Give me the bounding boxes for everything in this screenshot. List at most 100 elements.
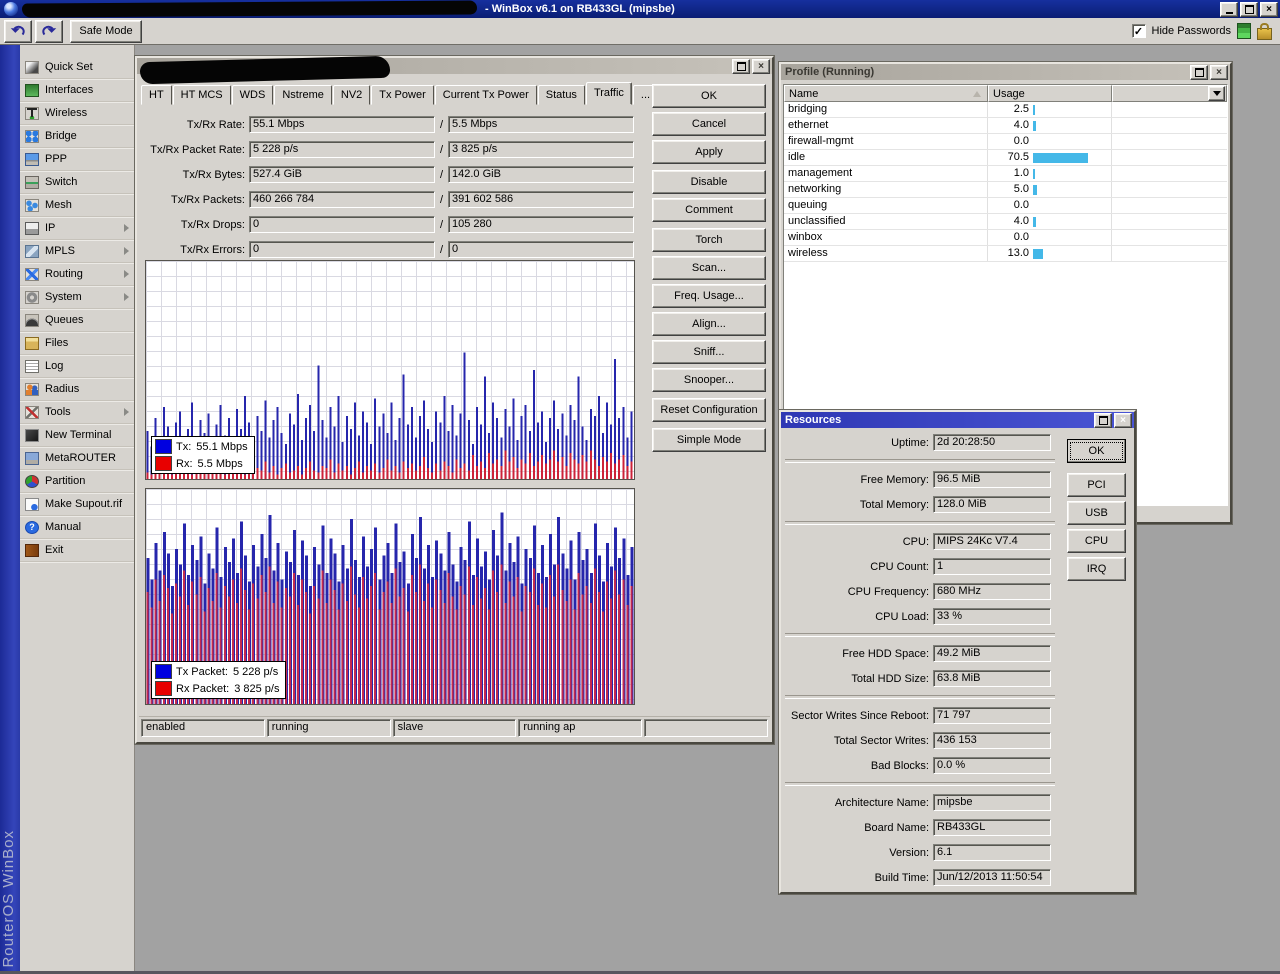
profile-row-bridging[interactable]: bridging2.5	[784, 102, 1227, 118]
rx-value-field[interactable]: 142.0 GiB	[448, 166, 634, 183]
column-dropdown-button[interactable]	[1208, 86, 1225, 101]
tx-value-field[interactable]: 5 228 p/s	[249, 141, 435, 158]
tab-ht[interactable]: HT	[141, 85, 172, 105]
close-button[interactable]: ×	[1260, 2, 1278, 17]
resource-value-free-hdd-space[interactable]: 49.2 MiB	[933, 645, 1051, 662]
freq-usage-button[interactable]: Freq. Usage...	[652, 284, 766, 308]
undo-button[interactable]	[4, 20, 32, 43]
rx-value-field[interactable]: 5.5 Mbps	[448, 116, 634, 133]
profile-row-unclassified[interactable]: unclassified4.0	[784, 214, 1227, 230]
profile-row-networking[interactable]: networking5.0	[784, 182, 1227, 198]
tab-nv2[interactable]: NV2	[333, 85, 370, 105]
sidebar-item-new-terminal[interactable]: New Terminal	[20, 424, 134, 447]
sidebar-item-exit[interactable]: Exit	[20, 539, 134, 562]
resource-value-bad-blocks[interactable]: 0.0 %	[933, 757, 1051, 774]
profile-row-winbox[interactable]: winbox0.0	[784, 230, 1227, 246]
profile-row-queuing[interactable]: queuing0.0	[784, 198, 1227, 214]
column-header-usage[interactable]: Usage	[988, 85, 1112, 102]
sidebar-item-mpls[interactable]: MPLS	[20, 240, 134, 263]
redo-button[interactable]	[35, 20, 63, 43]
rx-value-field[interactable]: 0	[448, 241, 634, 258]
rx-value-field[interactable]: 105 280	[448, 216, 634, 233]
sidebar-item-partition[interactable]: Partition	[20, 470, 134, 493]
resource-value-build-time[interactable]: Jun/12/2013 11:50:54	[933, 869, 1051, 886]
irq-button[interactable]: IRQ	[1067, 557, 1126, 581]
profile-row-ethernet[interactable]: ethernet4.0	[784, 118, 1227, 134]
sidebar-item-quick-set[interactable]: Quick Set	[20, 56, 134, 79]
tx-value-field[interactable]: 55.1 Mbps	[249, 116, 435, 133]
cancel-button[interactable]: Cancel	[652, 112, 766, 136]
resources-restore-button[interactable]	[1094, 413, 1112, 428]
sidebar-item-interfaces[interactable]: Interfaces	[20, 79, 134, 102]
disable-button[interactable]: Disable	[652, 170, 766, 194]
resource-value-free-memory[interactable]: 96.5 MiB	[933, 471, 1051, 488]
hide-passwords-checkbox[interactable]: ✓	[1132, 24, 1146, 38]
tx-value-field[interactable]: 0	[249, 216, 435, 233]
sniff-button[interactable]: Sniff...	[652, 340, 766, 364]
resource-value-cpu-count[interactable]: 1	[933, 558, 1051, 575]
usb-button[interactable]: USB	[1067, 501, 1126, 525]
sidebar-item-ppp[interactable]: PPP	[20, 148, 134, 171]
sidebar-item-system[interactable]: System	[20, 286, 134, 309]
align-button[interactable]: Align...	[652, 312, 766, 336]
pci-button[interactable]: PCI	[1067, 473, 1126, 497]
torch-button[interactable]: Torch	[652, 228, 766, 252]
sidebar-item-bridge[interactable]: Bridge	[20, 125, 134, 148]
resource-value-cpu[interactable]: MIPS 24Kc V7.4	[933, 533, 1051, 550]
scan-button[interactable]: Scan...	[652, 256, 766, 280]
resource-value-total-hdd-size[interactable]: 63.8 MiB	[933, 670, 1051, 687]
resource-value-total-memory[interactable]: 128.0 MiB	[933, 496, 1051, 513]
sidebar-item-log[interactable]: Log	[20, 355, 134, 378]
column-header-name[interactable]: Name	[784, 85, 988, 102]
resources-close-button[interactable]: ×	[1114, 413, 1132, 428]
snooper-button[interactable]: Snooper...	[652, 368, 766, 392]
tab-wds[interactable]: WDS	[232, 85, 274, 105]
tab-traffic[interactable]: Traffic	[586, 82, 632, 105]
sidebar-item-radius[interactable]: Radius	[20, 378, 134, 401]
sidebar-item-mesh[interactable]: Mesh	[20, 194, 134, 217]
sidebar-item-wireless[interactable]: Wireless	[20, 102, 134, 125]
cpu-button[interactable]: CPU	[1067, 529, 1126, 553]
resource-value-cpu-load[interactable]: 33 %	[933, 608, 1051, 625]
simple-mode-button[interactable]: Simple Mode	[652, 428, 766, 452]
tab-status[interactable]: Status	[538, 85, 585, 105]
sidebar-item-manual[interactable]: Manual	[20, 516, 134, 539]
apply-button[interactable]: Apply	[652, 140, 766, 164]
safe-mode-button[interactable]: Safe Mode	[70, 20, 142, 43]
sidebar-item-metarouter[interactable]: MetaROUTER	[20, 447, 134, 470]
tx-value-field[interactable]: 527.4 GiB	[249, 166, 435, 183]
sidebar-item-tools[interactable]: Tools	[20, 401, 134, 424]
dialog-restore-button[interactable]	[732, 59, 750, 74]
comment-button[interactable]: Comment	[652, 198, 766, 222]
resource-value-version[interactable]: 6.1	[933, 844, 1051, 861]
tx-value-field[interactable]: 0	[249, 241, 435, 258]
tx-value-field[interactable]: 460 266 784	[249, 191, 435, 208]
minimize-button[interactable]	[1220, 2, 1238, 17]
tab-ht-mcs[interactable]: HT MCS	[173, 85, 231, 105]
profile-row-wireless[interactable]: wireless13.0	[784, 246, 1227, 262]
dialog-close-button[interactable]: ×	[752, 59, 770, 74]
reset-configuration-button[interactable]: Reset Configuration	[652, 398, 766, 422]
resource-value-cpu-frequency[interactable]: 680 MHz	[933, 583, 1051, 600]
sidebar-item-make-supout-rif[interactable]: Make Supout.rif	[20, 493, 134, 516]
restore-button[interactable]	[1240, 2, 1258, 17]
profile-close-button[interactable]: ×	[1210, 65, 1228, 80]
ok-button[interactable]: OK	[652, 84, 766, 108]
profile-row-idle[interactable]: idle70.5	[784, 150, 1227, 166]
sidebar-item-switch[interactable]: Switch	[20, 171, 134, 194]
sidebar-item-routing[interactable]: Routing	[20, 263, 134, 286]
resource-value-board-name[interactable]: RB433GL	[933, 819, 1051, 836]
profile-row-firewall-mgmt[interactable]: firewall-mgmt0.0	[784, 134, 1227, 150]
resource-value-total-sector-writes[interactable]: 436 153	[933, 732, 1051, 749]
sidebar-item-files[interactable]: Files	[20, 332, 134, 355]
rx-value-field[interactable]: 3 825 p/s	[448, 141, 634, 158]
profile-row-management[interactable]: management1.0	[784, 166, 1227, 182]
resource-value-uptime[interactable]: 2d 20:28:50	[933, 434, 1051, 451]
sidebar-item-ip[interactable]: IP	[20, 217, 134, 240]
sidebar-item-queues[interactable]: Queues	[20, 309, 134, 332]
resource-value-sector-writes-since-reboot[interactable]: 71 797	[933, 707, 1051, 724]
rx-value-field[interactable]: 391 602 586	[448, 191, 634, 208]
resource-value-architecture-name[interactable]: mipsbe	[933, 794, 1051, 811]
ok-button[interactable]: OK	[1067, 439, 1126, 463]
tab-nstreme[interactable]: Nstreme	[274, 85, 332, 105]
